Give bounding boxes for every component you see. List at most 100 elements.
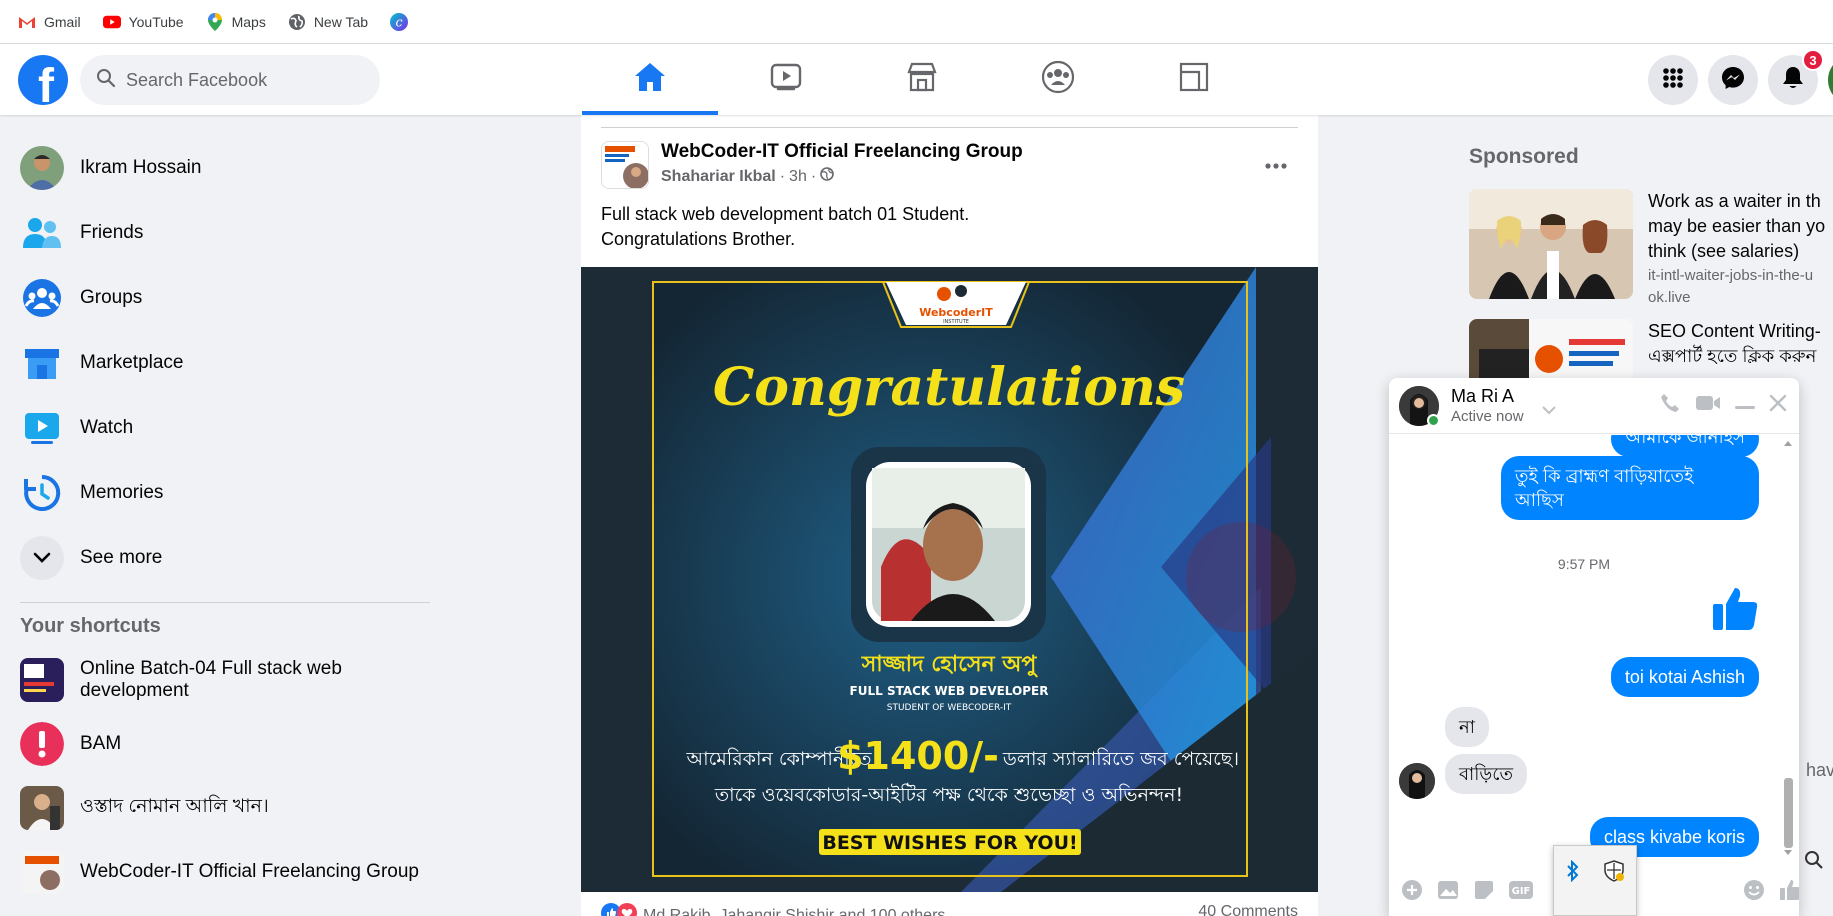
sidebar-item-label: Ikram Hossain [80,156,202,178]
messenger-icon [1721,66,1745,95]
bookmark-new-tab[interactable]: New Tab [288,13,368,31]
gmail-icon [18,13,36,31]
image-role: FULL STACK WEB DEVELOPER [850,684,1049,698]
chat-header[interactable]: Ma Ri A Active now [1389,378,1799,434]
congratulations-graphic: WebcoderIT INSTITUTE Congratulations সাজ… [581,267,1318,892]
reactions-text: Md Rakib, Jahangir Shishir and 100 other… [643,906,946,916]
chevron-down-icon[interactable] [1541,402,1556,420]
tab-marketplace[interactable] [854,44,990,115]
bookmark-maps[interactable]: Maps [206,12,266,31]
sidebar-item-profile[interactable]: Ikram Hossain [0,135,440,200]
system-tray-popup [1553,845,1637,916]
image-line2: তাকে ওয়েবকোডার-আইটির পক্ষ থেকে শুভেচ্ছা… [714,783,1183,806]
tab-groups[interactable] [990,44,1126,115]
edge-text: have [1806,760,1833,780]
sidebar-item-marketplace[interactable]: Marketplace [0,330,440,395]
post-time[interactable]: 3h [789,168,807,186]
notification-badge: 3 [1802,49,1824,71]
message-outgoing: তুই কি ব্রাহ্মণ বাড়িয়াতেই আছিস [1501,456,1759,520]
post-footer: Md Rakib, Jahangir Shishir and 100 other… [601,903,1298,916]
shortcut-item[interactable]: BAM [0,712,440,776]
gif-icon[interactable]: GIF [1509,880,1533,904]
phone-icon[interactable] [1659,392,1681,419]
comments-count[interactable]: 40 Comments [1198,903,1298,916]
bluetooth-icon[interactable] [1565,859,1581,887]
message-incoming: বাড়িতে [1445,754,1527,794]
sticker-icon[interactable] [1473,879,1495,906]
search-input[interactable] [126,69,356,91]
bell-icon [1782,66,1804,95]
love-reaction-icon [617,903,637,916]
more-horizontal-icon [1265,156,1287,174]
feed-post: WebCoder-IT Official Freelancing Group S… [581,115,1318,916]
tab-gaming[interactable] [1126,44,1262,115]
photo-icon[interactable] [1437,880,1459,905]
maps-icon [206,12,224,31]
meta-separator: · [779,167,786,185]
marketplace-icon [20,341,64,385]
search-icon[interactable] [1804,850,1824,875]
tab-home[interactable] [582,44,718,115]
post-header: WebCoder-IT Official Freelancing Group S… [601,141,1023,189]
image-heading: Congratulations [713,357,1185,418]
ad-title-line: SEO Content Writing- [1648,321,1821,341]
youtube-icon [102,13,121,31]
more-options-button[interactable] [1258,147,1294,183]
sidebar-item-memories[interactable]: Memories [0,460,440,525]
meta-separator: · [810,167,817,185]
sidebar-item-watch[interactable]: Watch [0,395,440,460]
groups-icon [20,276,64,320]
shortcut-item[interactable]: Online Batch-04 Full stack web developme… [0,648,440,712]
chat-messages: আমাকে জানাইস তুই কি ব্রাহ্মণ বাড়িয়াতেই… [1389,435,1799,866]
bookmark-canva[interactable]: c [390,12,409,31]
post-text-line: Full stack web development batch 01 Stud… [601,204,970,224]
search-box[interactable] [80,55,380,105]
tab-watch[interactable] [718,44,854,115]
ad-image [1469,189,1633,299]
sidebar-item-groups[interactable]: Groups [0,265,440,330]
security-shield-icon[interactable] [1603,860,1625,887]
home-icon [634,62,666,97]
memories-icon [20,471,64,515]
sidebar-item-label: Groups [80,286,143,308]
group-avatar[interactable] [601,141,649,189]
chat-contact-name: Ma Ri A [1451,386,1515,406]
shortcuts-heading: Your shortcuts [20,615,161,637]
thumbs-up-icon [1711,586,1759,637]
thumbs-up-send-icon[interactable] [1779,879,1799,906]
messenger-button[interactable] [1708,55,1758,105]
sidebar-item-friends[interactable]: Friends [0,200,440,265]
bookmark-gmail[interactable]: Gmail [18,13,81,31]
image-banner: BEST WISHES FOR YOU! [822,832,1077,854]
gaming-icon [1179,62,1209,97]
chat-actions [1659,392,1787,419]
watch-icon [20,406,64,450]
chat-contact-status: Active now [1451,408,1524,425]
chat-scrollbar[interactable] [1781,438,1795,858]
menu-button[interactable] [1648,55,1698,105]
ad-item[interactable]: Work as a waiter in th may be easier tha… [1469,189,1833,308]
close-icon[interactable] [1769,394,1787,417]
post-text-line: Congratulations Brother. [601,229,796,249]
post-group-name[interactable]: WebCoder-IT Official Freelancing Group [661,141,1023,163]
top-navigation: f Search Facebook 3 [0,44,1833,115]
reactions-summary[interactable]: Md Rakib, Jahangir Shishir and 100 other… [601,903,945,916]
message-timestamp: 9:57 PM [1557,556,1611,572]
emoji-icon[interactable] [1743,879,1765,906]
notifications-button[interactable]: 3 [1768,49,1824,105]
post-author[interactable]: Shahariar Ikbal [661,168,776,186]
shortcut-item[interactable]: WebCoder-IT Official Freelancing Group [0,840,440,904]
bookmark-youtube[interactable]: YouTube [102,13,184,31]
facebook-logo[interactable]: f [18,55,68,105]
minimize-icon[interactable] [1735,397,1755,415]
bookmark-label: YouTube [128,13,184,30]
profile-avatar [20,145,64,190]
add-icon[interactable] [1401,879,1423,906]
post-image[interactable]: WebcoderIT INSTITUTE Congratulations সাজ… [581,267,1318,892]
shortcut-item[interactable]: ওস্তাদ নোমান আলি খান। [0,776,440,840]
sidebar-item-see-more[interactable]: See more [0,525,440,590]
video-call-icon[interactable] [1695,394,1721,417]
shortcut-thumbnail [20,850,64,894]
account-avatar[interactable] [1828,55,1833,105]
chevron-down-icon [20,535,64,580]
